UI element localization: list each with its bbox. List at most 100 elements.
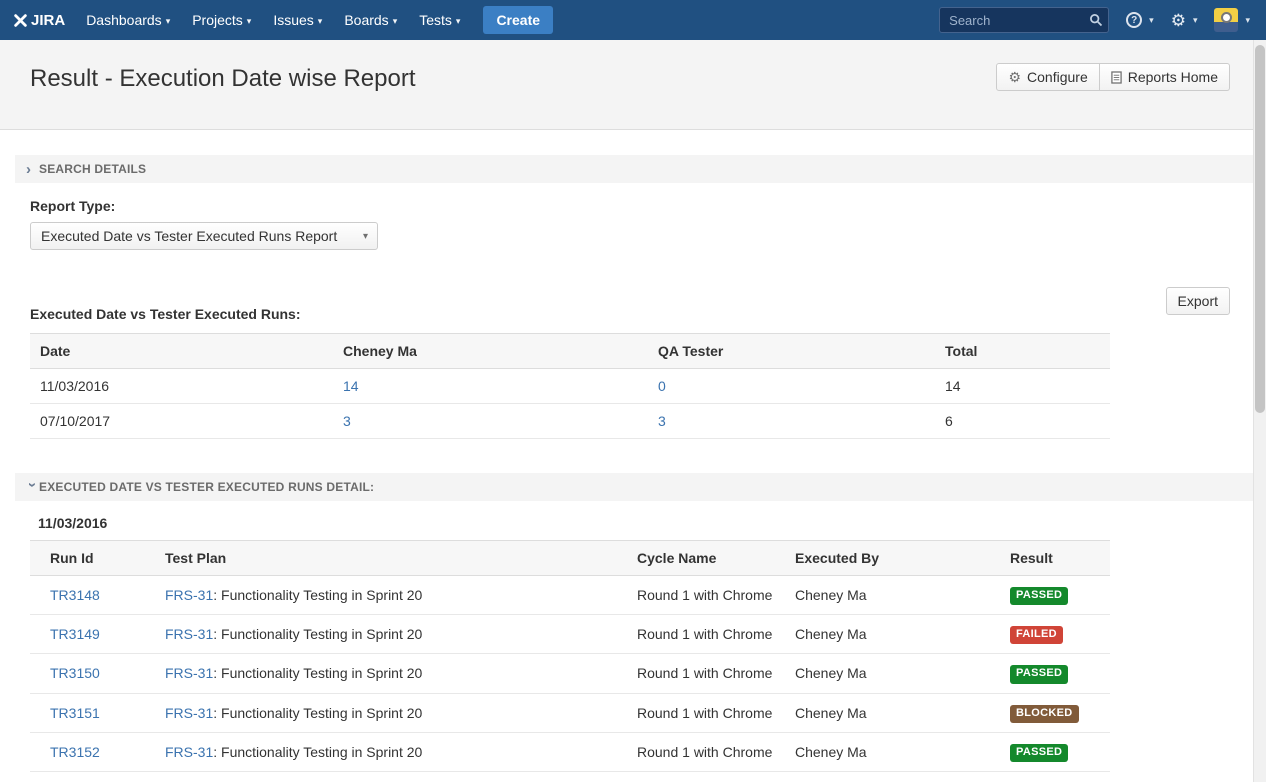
- result-badge: BLOCKED: [1010, 705, 1079, 723]
- test-plan-link[interactable]: FRS-31: [165, 626, 213, 642]
- cheney-ma-count-link[interactable]: 3: [343, 413, 351, 429]
- main-menu: Dashboards▾Projects▾Issues▾Boards▾Tests▾: [75, 0, 471, 41]
- run-id-link[interactable]: TR3151: [50, 705, 100, 721]
- search-icon[interactable]: [1089, 13, 1103, 32]
- cycle-name-cell: Round 1 with Chrome: [627, 693, 785, 732]
- column-header: Test Plan: [155, 541, 627, 576]
- detail-section-toggle[interactable]: › EXECUTED DATE VS TESTER EXECUTED RUNS …: [15, 473, 1256, 501]
- result-badge: PASSED: [1010, 665, 1068, 683]
- content: › SEARCH DETAILS Report Type: Executed D…: [0, 130, 1266, 782]
- executed-by-cell: Cheney Ma: [785, 732, 1000, 771]
- test-plan-link[interactable]: FRS-31: [165, 744, 213, 760]
- help-menu[interactable]: ? ▾: [1126, 12, 1154, 28]
- chevron-down-icon: ▾: [456, 1, 461, 41]
- nav-item-issues[interactable]: Issues▾: [262, 12, 333, 28]
- export-button[interactable]: Export: [1166, 287, 1230, 315]
- nav-item-dashboards[interactable]: Dashboards▾: [75, 12, 181, 28]
- summary-table-row: 07/10/2017 3 3 6: [30, 404, 1110, 439]
- date-cell: 11/03/2016: [30, 369, 333, 404]
- total-cell: 6: [935, 404, 1110, 439]
- search-details-toggle[interactable]: › SEARCH DETAILS: [15, 155, 1256, 183]
- detail-section-label: EXECUTED DATE VS TESTER EXECUTED RUNS DE…: [39, 480, 374, 494]
- nav-item-label: Boards: [344, 12, 388, 28]
- report-type-select[interactable]: Executed Date vs Tester Executed Runs Re…: [30, 222, 378, 250]
- detail-header-row: Run Id Test Plan Cycle Name Executed By …: [30, 541, 1110, 576]
- chevron-down-icon: ▾: [363, 231, 368, 242]
- date-cell: 07/10/2017: [30, 404, 333, 439]
- settings-menu[interactable]: ⚙ ▾: [1171, 12, 1198, 29]
- scrollbar-thumb[interactable]: [1255, 45, 1265, 413]
- detail-table-row: TR3152FRS-31: Functionality Testing in S…: [30, 732, 1110, 771]
- cycle-name-cell: Round 1 with Chrome: [627, 771, 785, 782]
- executed-by-cell: Cheney Ma: [785, 576, 1000, 615]
- detail-table-row: TR3150 FRS-31: Functionality Testing in S…: [30, 654, 1110, 693]
- search-input[interactable]: [939, 7, 1109, 33]
- test-plan-link[interactable]: FRS-31: [165, 665, 213, 681]
- test-plan-link[interactable]: FRS-31: [165, 587, 213, 603]
- gear-icon: ⚙: [1008, 70, 1021, 84]
- cycle-name-cell: Round 1 with Chrome: [627, 615, 785, 654]
- test-plan-name: : Functionality Testing in Sprint 20: [213, 665, 422, 681]
- run-id-link[interactable]: TR3150: [50, 665, 100, 681]
- executed-by-cell: Cheney Ma: [785, 615, 1000, 654]
- nav-item-boards[interactable]: Boards▾: [333, 12, 408, 28]
- test-plan-link[interactable]: FRS-31: [165, 705, 213, 721]
- reports-home-button[interactable]: Reports Home: [1100, 63, 1230, 91]
- executed-by-cell: Cheney Ma: [785, 693, 1000, 732]
- summary-table: Date Cheney Ma QA Tester Total 11/03/201…: [30, 333, 1110, 439]
- summary-title: Executed Date vs Tester Executed Runs:: [30, 306, 1256, 322]
- nav-item-label: Tests: [419, 12, 452, 28]
- summary-header-row: Date Cheney Ma QA Tester Total: [30, 334, 1110, 369]
- run-id-link[interactable]: TR3149: [50, 626, 100, 642]
- run-id-link[interactable]: TR3148: [50, 587, 100, 603]
- summary-table-row: 11/03/2016 14 0 14: [30, 369, 1110, 404]
- column-header: Run Id: [30, 541, 155, 576]
- detail-table-row: TR3153FRS-31: Functionality Testing in S…: [30, 771, 1110, 782]
- column-header: Cheney Ma: [333, 334, 648, 369]
- qa-tester-count-link[interactable]: 3: [658, 413, 666, 429]
- user-menu[interactable]: ▾: [1214, 8, 1250, 32]
- run-id-link[interactable]: TR3152: [50, 744, 100, 760]
- nav-item-tests[interactable]: Tests▾: [408, 12, 471, 28]
- column-header: Cycle Name: [627, 541, 785, 576]
- chevron-down-icon: ▾: [1193, 15, 1198, 26]
- executed-by-cell: Cheney Ma: [785, 771, 1000, 782]
- nav-item-label: Projects: [192, 12, 243, 28]
- result-badge: PASSED: [1010, 587, 1068, 605]
- test-plan-name: : Functionality Testing in Sprint 20: [213, 705, 422, 721]
- gear-icon: ⚙: [1171, 12, 1186, 29]
- nav-item-label: Issues: [273, 12, 313, 28]
- cycle-name-cell: Round 1 with Chrome: [627, 654, 785, 693]
- detail-section: Run Id Test Plan Cycle Name Executed By …: [30, 540, 1256, 782]
- qa-tester-count-link[interactable]: 0: [658, 378, 666, 394]
- chevron-down-icon: ▾: [393, 1, 398, 41]
- navbar: JIRA Dashboards▾Projects▾Issues▾Boards▾T…: [0, 0, 1266, 40]
- help-icon: ?: [1126, 12, 1142, 28]
- page-header: Result - Execution Date wise Report ⚙ Co…: [0, 40, 1266, 130]
- create-button[interactable]: Create: [483, 6, 553, 34]
- jira-logo[interactable]: JIRA: [14, 12, 65, 29]
- detail-table-row: TR3149 FRS-31: Functionality Testing in S…: [30, 615, 1110, 654]
- configure-button[interactable]: ⚙ Configure: [996, 63, 1099, 91]
- chevron-down-icon: ▾: [247, 1, 252, 41]
- scrollbar-track[interactable]: [1253, 40, 1266, 782]
- report-type-label: Report Type:: [30, 198, 1256, 214]
- chevron-down-icon: ▾: [166, 1, 171, 41]
- nav-item-projects[interactable]: Projects▾: [181, 12, 262, 28]
- quick-search: [939, 7, 1109, 33]
- chevron-down-icon: ▾: [1149, 15, 1154, 26]
- result-badge: PASSED: [1010, 744, 1068, 762]
- detail-table-row: TR3148FRS-31: Functionality Testing in S…: [30, 576, 1110, 615]
- detail-date-heading: 11/03/2016: [38, 515, 1256, 531]
- column-header: Date: [30, 334, 333, 369]
- jira-logo-icon: [14, 14, 27, 27]
- chevron-down-icon: ▾: [1245, 15, 1250, 26]
- nav-item-label: Dashboards: [86, 12, 162, 28]
- executed-by-cell: Cheney Ma: [785, 654, 1000, 693]
- column-header: QA Tester: [648, 334, 935, 369]
- test-plan-name: : Functionality Testing in Sprint 20: [213, 626, 422, 642]
- column-header: Result: [1000, 541, 1110, 576]
- cheney-ma-count-link[interactable]: 14: [343, 378, 359, 394]
- brand-text: JIRA: [31, 12, 65, 29]
- total-cell: 14: [935, 369, 1110, 404]
